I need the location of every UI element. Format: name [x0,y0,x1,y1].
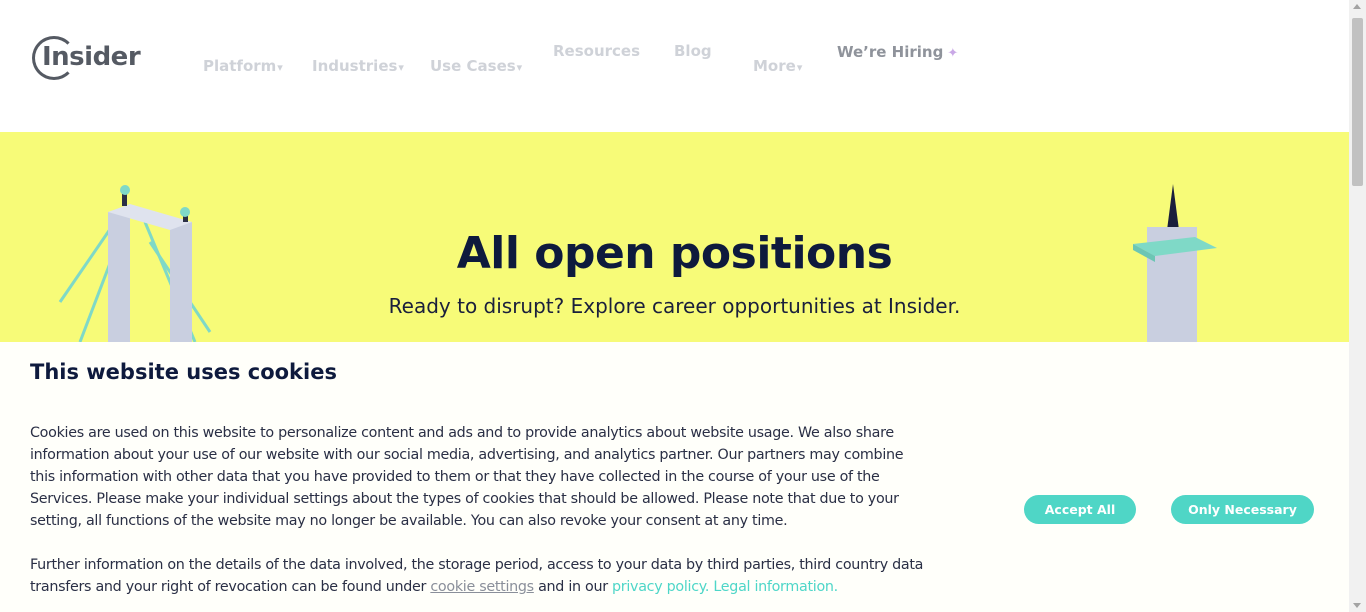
nav-blog-label: Blog [674,42,712,60]
privacy-policy-link[interactable]: privacy policy. [612,579,709,595]
nav-more[interactable]: More▾ [753,57,802,75]
nav-use-cases-label: Use Cases [430,57,516,75]
further-info-middle: and in our [533,579,613,595]
nav-resources-label: Resources [553,42,641,60]
chevron-down-icon: ▾ [516,61,523,74]
nav-hiring[interactable]: We’re Hiring ✦ [837,43,958,61]
scroll-down-icon[interactable] [1353,603,1361,608]
only-necessary-button[interactable]: Only Necessary [1171,495,1314,524]
insider-logo[interactable]: Insider [32,36,141,82]
nav-blog[interactable]: Blog [674,42,712,60]
unicorn-icon: ✦ [947,46,959,61]
nav-resources[interactable]: Resources [553,42,640,60]
hero-banner: All open positions Ready to disrupt? Exp… [0,132,1349,342]
legal-information-link[interactable]: Legal information. [709,579,838,595]
chevron-down-icon: ▾ [796,61,803,74]
nav-hiring-label: We’re Hiring [837,43,944,61]
chevron-down-icon: ▾ [398,61,404,74]
cookie-title: This website uses cookies [30,360,337,384]
cookie-banner: This website uses cookies Cookies are us… [0,342,1349,612]
nav-use-cases[interactable]: Use Cases▾ [430,57,522,75]
scrollbar-thumb[interactable] [1352,18,1363,186]
nav-platform[interactable]: Platform▾ [203,57,283,75]
nav-industries[interactable]: Industries▾ [312,57,404,75]
site-header: Insider Platform▾ Industries▾ Use Cases▾… [0,0,1349,132]
scroll-up-icon[interactable] [1353,4,1361,9]
cookie-settings-link[interactable]: cookie settings [430,579,534,595]
chevron-down-icon: ▾ [277,61,283,74]
nav-industries-label: Industries [312,57,398,75]
nav-more-label: More [753,57,796,75]
logo-text: Insider [42,42,141,72]
accept-all-button[interactable]: Accept All [1024,495,1136,524]
cookie-description: Cookies are used on this website to pers… [30,425,904,529]
vertical-scrollbar[interactable] [1349,0,1366,612]
nav-platform-label: Platform [203,57,277,75]
page-title: All open positions [456,228,893,279]
cookie-further-info: Further information on the details of th… [30,554,930,598]
page-subtitle: Ready to disrupt? Explore career opportu… [388,294,961,318]
